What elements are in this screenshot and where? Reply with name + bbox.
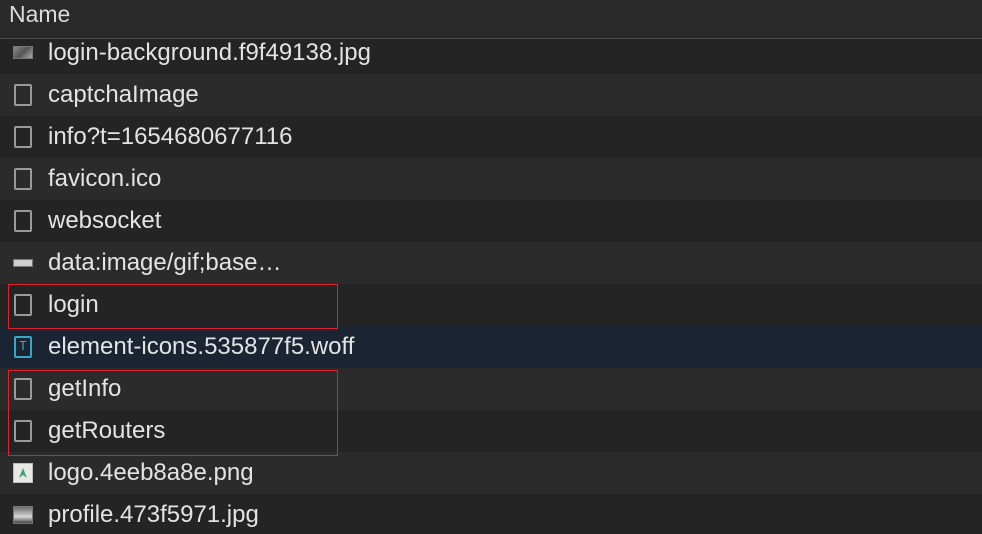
request-row[interactable]: login [0, 284, 982, 326]
request-name: login [48, 291, 99, 318]
request-name: profile.473f5971.jpg [48, 501, 259, 528]
network-request-list: login-background.f9f49138.jpg captchaIma… [0, 0, 982, 534]
document-icon [14, 84, 32, 106]
request-row[interactable]: favicon.ico [0, 158, 982, 200]
request-row[interactable]: websocket [0, 200, 982, 242]
request-name: getRouters [48, 417, 166, 444]
column-header-label: Name [9, 1, 71, 27]
request-row[interactable]: profile.473f5971.jpg [0, 494, 982, 534]
request-name: element-icons.535877f5.woff [48, 333, 355, 360]
request-row[interactable]: captchaImage [0, 74, 982, 116]
request-row[interactable]: data:image/gif;base… [0, 242, 982, 284]
document-icon [14, 168, 32, 190]
document-icon [14, 294, 32, 316]
request-name: login-background.f9f49138.jpg [48, 39, 371, 66]
request-row[interactable]: getInfo [0, 368, 982, 410]
request-name: captchaImage [48, 81, 199, 108]
image-file-icon [13, 463, 33, 483]
document-icon [14, 378, 32, 400]
request-row[interactable]: logo.4eeb8a8e.png [0, 452, 982, 494]
request-name: info?t=1654680677116 [48, 123, 293, 150]
request-row[interactable]: info?t=1654680677116 [0, 116, 982, 158]
request-name: data:image/gif;base… [48, 249, 282, 276]
request-row[interactable]: getRouters [0, 410, 982, 452]
document-icon [14, 210, 32, 232]
name-column-header[interactable]: Name [0, 0, 982, 39]
document-icon [14, 420, 32, 442]
image-file-icon [13, 506, 33, 524]
request-name: websocket [48, 207, 162, 234]
document-icon [14, 126, 32, 148]
image-file-icon [13, 46, 33, 59]
font-file-icon: T [14, 336, 32, 358]
request-name: getInfo [48, 375, 122, 402]
request-name: favicon.ico [48, 165, 162, 192]
request-name: logo.4eeb8a8e.png [48, 459, 254, 486]
image-file-icon [13, 259, 33, 267]
request-row-selected[interactable]: T element-icons.535877f5.woff [0, 326, 982, 368]
request-rows: login-background.f9f49138.jpg captchaIma… [0, 32, 982, 534]
